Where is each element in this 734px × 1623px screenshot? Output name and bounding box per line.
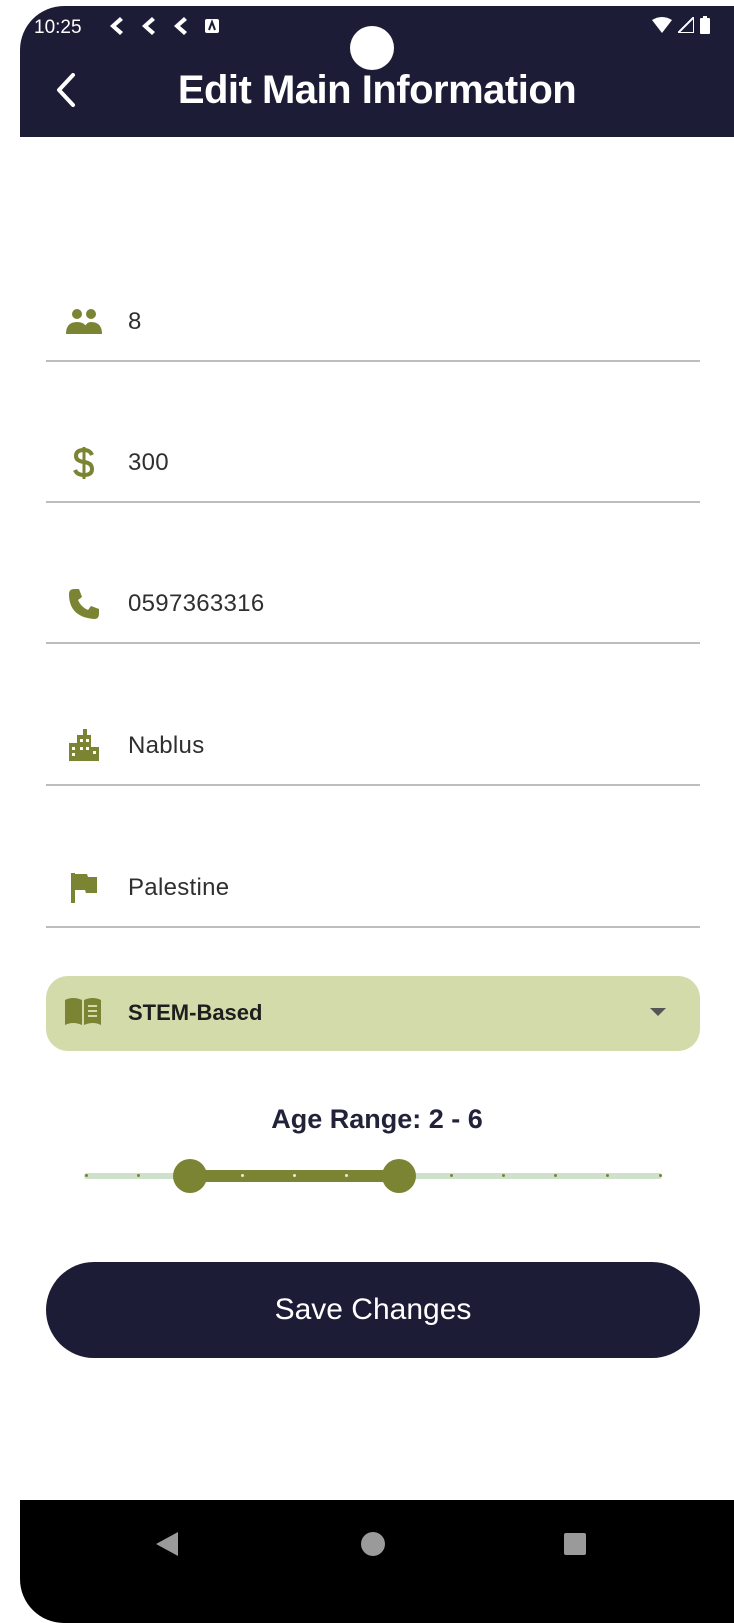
page-title: Edit Main Information [177,68,577,112]
price-field[interactable]: 300 [46,443,700,503]
slider-tick [449,1174,453,1177]
system-nav-bar [20,1500,734,1623]
dollar-icon [64,445,104,481]
save-button[interactable]: Save Changes [46,1262,700,1358]
flag-icon [64,870,104,906]
notification-icons [108,16,220,36]
wifi-icon [652,17,672,33]
phone-screen: 10:25 Edit Main Information 8 300 059736… [20,6,734,1623]
curriculum-value: STEM-Based [128,1000,263,1025]
age-range-label: Age Range: 2 - 6 [271,1104,483,1134]
slider-thumb-max[interactable] [382,1159,417,1193]
book-icon [64,996,102,1031]
battery-icon [700,16,710,34]
flutter-icon [142,17,155,35]
a-badge-icon [205,19,219,33]
status-time: 10:25 [34,17,82,38]
slider-tick [658,1174,662,1177]
country-value: Palestine [128,874,230,901]
slider-tick [136,1174,140,1177]
slider-tick [501,1174,505,1177]
slider-tick [84,1174,88,1177]
flutter-icon [174,17,187,35]
slider-thumb-min[interactable] [173,1159,208,1193]
capacity-field[interactable]: 8 [46,302,700,362]
country-field[interactable]: Palestine [46,868,700,928]
phone-icon [64,586,104,622]
curriculum-dropdown[interactable]: STEM-Based [46,976,700,1051]
city-value: Nablus [128,732,205,759]
city-icon [64,728,104,764]
price-value: 300 [128,449,169,476]
phone-field[interactable]: 0597363316 [46,584,700,644]
group-icon [64,304,104,340]
signal-icon [678,17,694,33]
app-bar: 10:25 Edit Main Information [20,6,734,137]
capacity-value: 8 [128,308,142,335]
nav-recents-icon[interactable] [564,1533,586,1555]
phone-value: 0597363316 [128,590,265,617]
city-field[interactable]: Nablus [46,726,700,786]
age-range-slider[interactable] [84,1156,662,1196]
nav-home-icon[interactable] [361,1532,385,1556]
camera-cutout [350,26,394,70]
system-status-icons [652,16,710,34]
flutter-icon [110,17,123,35]
chevron-down-icon [650,1008,666,1016]
nav-back-icon[interactable] [156,1532,178,1556]
